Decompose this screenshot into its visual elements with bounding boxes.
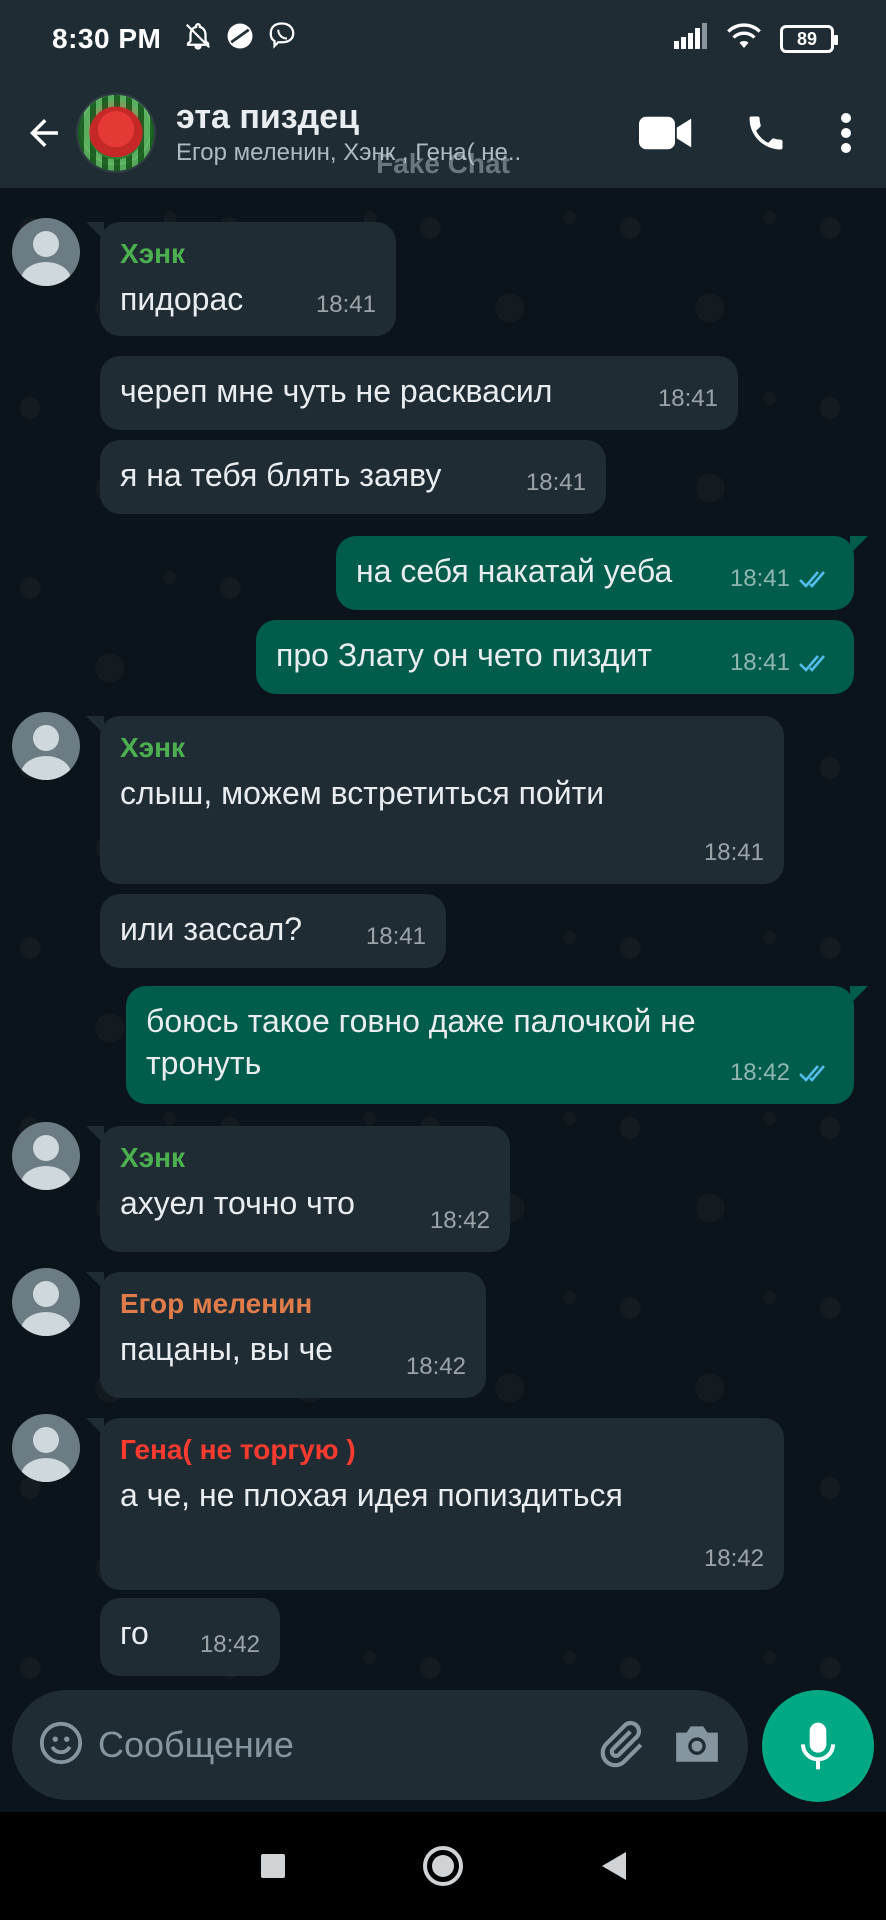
- sender-name: Егор меленин: [120, 1288, 313, 1319]
- message-composer: [12, 1690, 748, 1800]
- voice-record-button[interactable]: [762, 1690, 874, 1802]
- system-navigation-bar: [0, 1812, 886, 1920]
- avatar[interactable]: [12, 1122, 80, 1190]
- sender-name: Хэнк: [120, 732, 186, 763]
- more-vertical-icon: [841, 113, 851, 153]
- read-ticks-icon: [799, 571, 825, 588]
- chat-title: эта пиздец: [176, 98, 360, 136]
- sender-name: Хэнк: [120, 238, 186, 269]
- viber-icon: [267, 21, 297, 58]
- paperclip-icon: [600, 1720, 643, 1767]
- message-bubble[interactable]: череп мне чуть не расквасил 18:41: [100, 356, 738, 430]
- avatar[interactable]: [12, 1268, 80, 1336]
- message-bubble[interactable]: Гена( не торгую ) а че, не плохая идея п…: [86, 1418, 784, 1590]
- microphone-icon: [801, 1722, 835, 1770]
- chat-participants: Егор меленин, Хэнк , Гена( не..: [176, 139, 522, 166]
- message-time: 18:41: [729, 565, 790, 592]
- emoji-button[interactable]: [38, 1720, 84, 1771]
- avatar[interactable]: [12, 218, 80, 286]
- message-time: 18:42: [405, 1353, 466, 1380]
- chat-info[interactable]: эта пиздец Егор меленин, Хэнк , Гена( не…: [176, 97, 616, 169]
- battery-level: 89: [796, 28, 818, 49]
- moon-icon: [225, 21, 255, 58]
- status-bar: 8:30 PM 89: [0, 0, 886, 78]
- message-bubble[interactable]: про Злату он чето пиздит 18:41: [256, 620, 854, 694]
- message-text: череп мне чуть не расквасил: [120, 373, 553, 409]
- message-text: слыш, можем встретиться пойти: [120, 775, 605, 811]
- voice-call-button[interactable]: [716, 93, 816, 173]
- message-bubble[interactable]: Хэнк ахуел точно что 18:42: [86, 1126, 510, 1252]
- arrow-left-icon: [30, 119, 58, 147]
- battery-indicator: 89: [780, 25, 838, 53]
- message-time: 18:42: [429, 1207, 490, 1234]
- square-icon: [261, 1854, 285, 1878]
- message-bubble[interactable]: Егор меленин пацаны, вы че 18:42: [86, 1272, 486, 1398]
- bell-off-icon: [183, 21, 213, 58]
- status-time: 8:30 PM: [52, 23, 162, 54]
- back-nav-button[interactable]: [583, 1836, 643, 1896]
- camera-icon: [676, 1725, 718, 1762]
- chat-area[interactable]: Хэнк пидорас 18:41 череп мне чуть не рас…: [0, 188, 886, 1688]
- circle-icon: [423, 1846, 463, 1886]
- group-avatar[interactable]: [76, 93, 156, 173]
- message-time: 18:42: [703, 1545, 764, 1572]
- message-input[interactable]: [98, 1724, 596, 1766]
- phone-icon: [749, 116, 783, 150]
- more-options-button[interactable]: [816, 93, 876, 173]
- message-time: 18:42: [199, 1631, 260, 1658]
- message-text: я на тебя блять заяву: [120, 457, 442, 493]
- read-ticks-icon: [799, 655, 825, 672]
- message-bubble[interactable]: я на тебя блять заяву 18:41: [100, 440, 606, 514]
- home-button[interactable]: [413, 1836, 473, 1896]
- signal-icon: [674, 22, 708, 56]
- message-time: 18:41: [365, 923, 426, 950]
- message-time: 18:41: [315, 291, 376, 318]
- message-text: а че, не плохая идея попиздиться: [120, 1477, 623, 1513]
- wifi-icon: [726, 22, 762, 57]
- sender-name: Гена( не торгую ): [120, 1434, 356, 1465]
- read-ticks-icon: [799, 1065, 825, 1082]
- recents-button[interactable]: [243, 1836, 303, 1896]
- video-call-button[interactable]: [616, 93, 716, 173]
- message-time: 18:41: [729, 649, 790, 676]
- sender-name: Хэнк: [120, 1142, 186, 1173]
- message-bubble[interactable]: на себя накатай уеба 18:41: [336, 536, 868, 610]
- message-time: 18:41: [703, 839, 764, 866]
- message-time: 18:42: [729, 1059, 790, 1086]
- attach-button[interactable]: [596, 1718, 646, 1773]
- video-camera-icon: [639, 116, 692, 150]
- triangle-back-icon: [602, 1852, 626, 1880]
- message-bubble[interactable]: Хэнк пидорас 18:41: [86, 222, 396, 336]
- message-bubble[interactable]: го 18:42: [100, 1598, 280, 1676]
- back-button[interactable]: [14, 112, 74, 154]
- message-bubble[interactable]: боюсь такое говно даже палочкой не трону…: [126, 986, 868, 1104]
- emoji-icon: [39, 1721, 83, 1764]
- avatar[interactable]: [12, 1414, 80, 1482]
- message-text: боюсь такое говно даже палочкой не трону…: [146, 1003, 696, 1081]
- message-bubble[interactable]: Хэнк слыш, можем встретиться пойти 18:41: [86, 716, 784, 884]
- message-time: 18:41: [657, 385, 718, 412]
- message-bubble[interactable]: или зассал? 18:41: [100, 894, 446, 968]
- camera-button[interactable]: [672, 1720, 722, 1771]
- message-time: 18:41: [525, 469, 586, 496]
- avatar[interactable]: [12, 712, 80, 780]
- chat-header: эта пиздец Егор меленин, Хэнк , Гена( не…: [0, 78, 886, 188]
